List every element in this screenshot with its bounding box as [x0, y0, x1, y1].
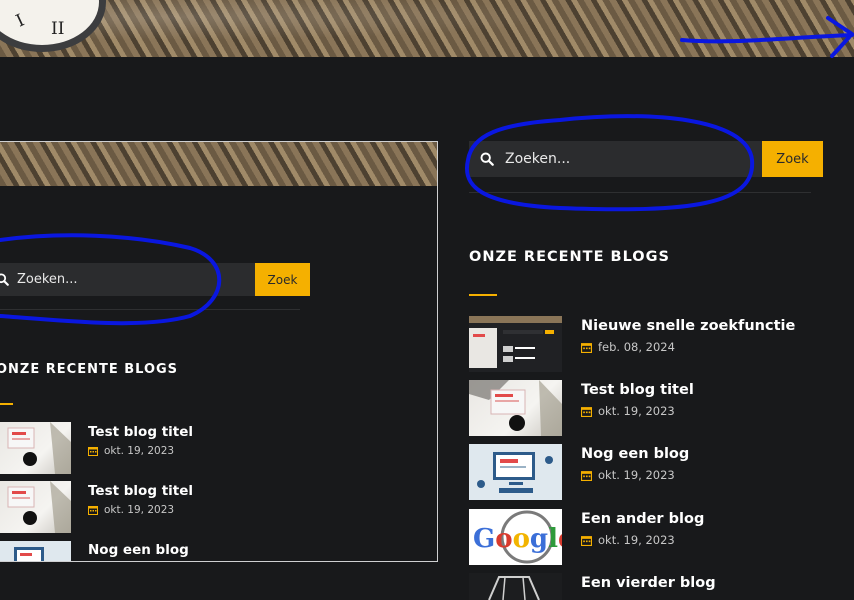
- calendar-icon: [581, 470, 592, 481]
- clock-numeral: II: [51, 19, 65, 39]
- post-title[interactable]: Nog een blog: [581, 446, 689, 462]
- embedded-search-placeholder: Zoeken...: [17, 272, 78, 287]
- post-title[interactable]: Test blog titel: [581, 382, 694, 398]
- embedded-post-thumbnail: [0, 541, 71, 561]
- embedded-post-thumbnail: [0, 481, 71, 533]
- post-date-text: feb. 08, 2024: [598, 340, 675, 354]
- post-thumbnail: [469, 573, 562, 600]
- search-icon: [0, 273, 9, 286]
- search-form: Zoeken... Zoek: [469, 141, 823, 177]
- calendar-icon: [581, 342, 592, 353]
- list-item[interactable]: Test blog titel okt. 19, 2023: [469, 380, 694, 436]
- embedded-search-button[interactable]: Zoek: [255, 263, 310, 296]
- post-date: okt. 19, 2023: [581, 468, 689, 482]
- post-date-text: okt. 19, 2023: [598, 404, 675, 418]
- calendar-icon: [581, 406, 592, 417]
- post-thumbnail: Google: [469, 509, 562, 565]
- embedded-accent-line: [0, 403, 13, 405]
- embedded-post-date: okt. 19, 2023: [88, 504, 193, 516]
- embedded-post-date-text: okt. 19, 2023: [104, 504, 175, 516]
- embedded-list-item[interactable]: Test blog titel okt. 19, 2023: [0, 422, 193, 474]
- post-title[interactable]: Nieuwe snelle zoekfunctie: [581, 318, 795, 334]
- embedded-post-title[interactable]: Test blog titel: [88, 424, 193, 440]
- post-title[interactable]: Een vierder blog: [581, 575, 716, 591]
- embedded-post-title[interactable]: Test blog titel: [88, 483, 193, 499]
- embedded-post-date-text: okt. 19, 2023: [104, 445, 175, 457]
- embedded-divider: [0, 309, 300, 310]
- list-item[interactable]: Nog een blog okt. 19, 2023: [469, 444, 689, 500]
- embedded-header-photo: [0, 142, 437, 186]
- search-placeholder: Zoeken...: [505, 151, 571, 167]
- search-icon: [480, 152, 494, 166]
- embedded-section-title: ONZE RECENTE BLOGS: [0, 362, 179, 377]
- embedded-list-item[interactable]: Nog een blog: [0, 541, 189, 561]
- post-date-text: okt. 19, 2023: [598, 468, 675, 482]
- list-item[interactable]: Een vierder blog: [469, 573, 716, 600]
- embedded-post-thumbnail: [0, 422, 71, 474]
- embedded-post-date: okt. 19, 2023: [88, 445, 193, 457]
- section-title-recent-blogs: ONZE RECENTE BLOGS: [469, 249, 670, 265]
- clock-image: I II: [0, 0, 106, 52]
- embedded-screenshot-panel: Zoeken... Zoek ONZE RECENTE BLOGS Test b…: [0, 141, 438, 562]
- post-date: feb. 08, 2024: [581, 340, 795, 354]
- post-date: okt. 19, 2023: [581, 404, 694, 418]
- post-date: okt. 19, 2023: [581, 533, 704, 547]
- embedded-list-item[interactable]: Test blog titel okt. 19, 2023: [0, 481, 193, 533]
- post-thumbnail: [469, 316, 562, 372]
- section-accent-line: [469, 294, 497, 296]
- list-item[interactable]: Google Een ander blog okt. 19, 2023: [469, 509, 704, 565]
- embedded-search-form: Zoeken... Zoek: [0, 263, 310, 296]
- list-item[interactable]: Nieuwe snelle zoekfunctie feb. 08, 2024: [469, 316, 795, 372]
- post-thumbnail: [469, 444, 562, 500]
- clock-numeral: I: [13, 10, 28, 32]
- calendar-icon: [88, 447, 98, 456]
- search-button[interactable]: Zoek: [762, 141, 823, 177]
- post-date-text: okt. 19, 2023: [598, 533, 675, 547]
- sidebar-divider: [469, 192, 811, 193]
- embedded-post-title[interactable]: Nog een blog: [88, 542, 189, 558]
- calendar-icon: [581, 535, 592, 546]
- post-thumbnail: [469, 380, 562, 436]
- calendar-icon: [88, 506, 98, 515]
- embedded-search-input[interactable]: Zoeken...: [0, 263, 255, 296]
- post-title[interactable]: Een ander blog: [581, 511, 704, 527]
- search-input[interactable]: Zoeken...: [469, 141, 762, 177]
- header-background-photo: I II: [0, 0, 854, 57]
- svg-text:Google: Google: [473, 524, 562, 554]
